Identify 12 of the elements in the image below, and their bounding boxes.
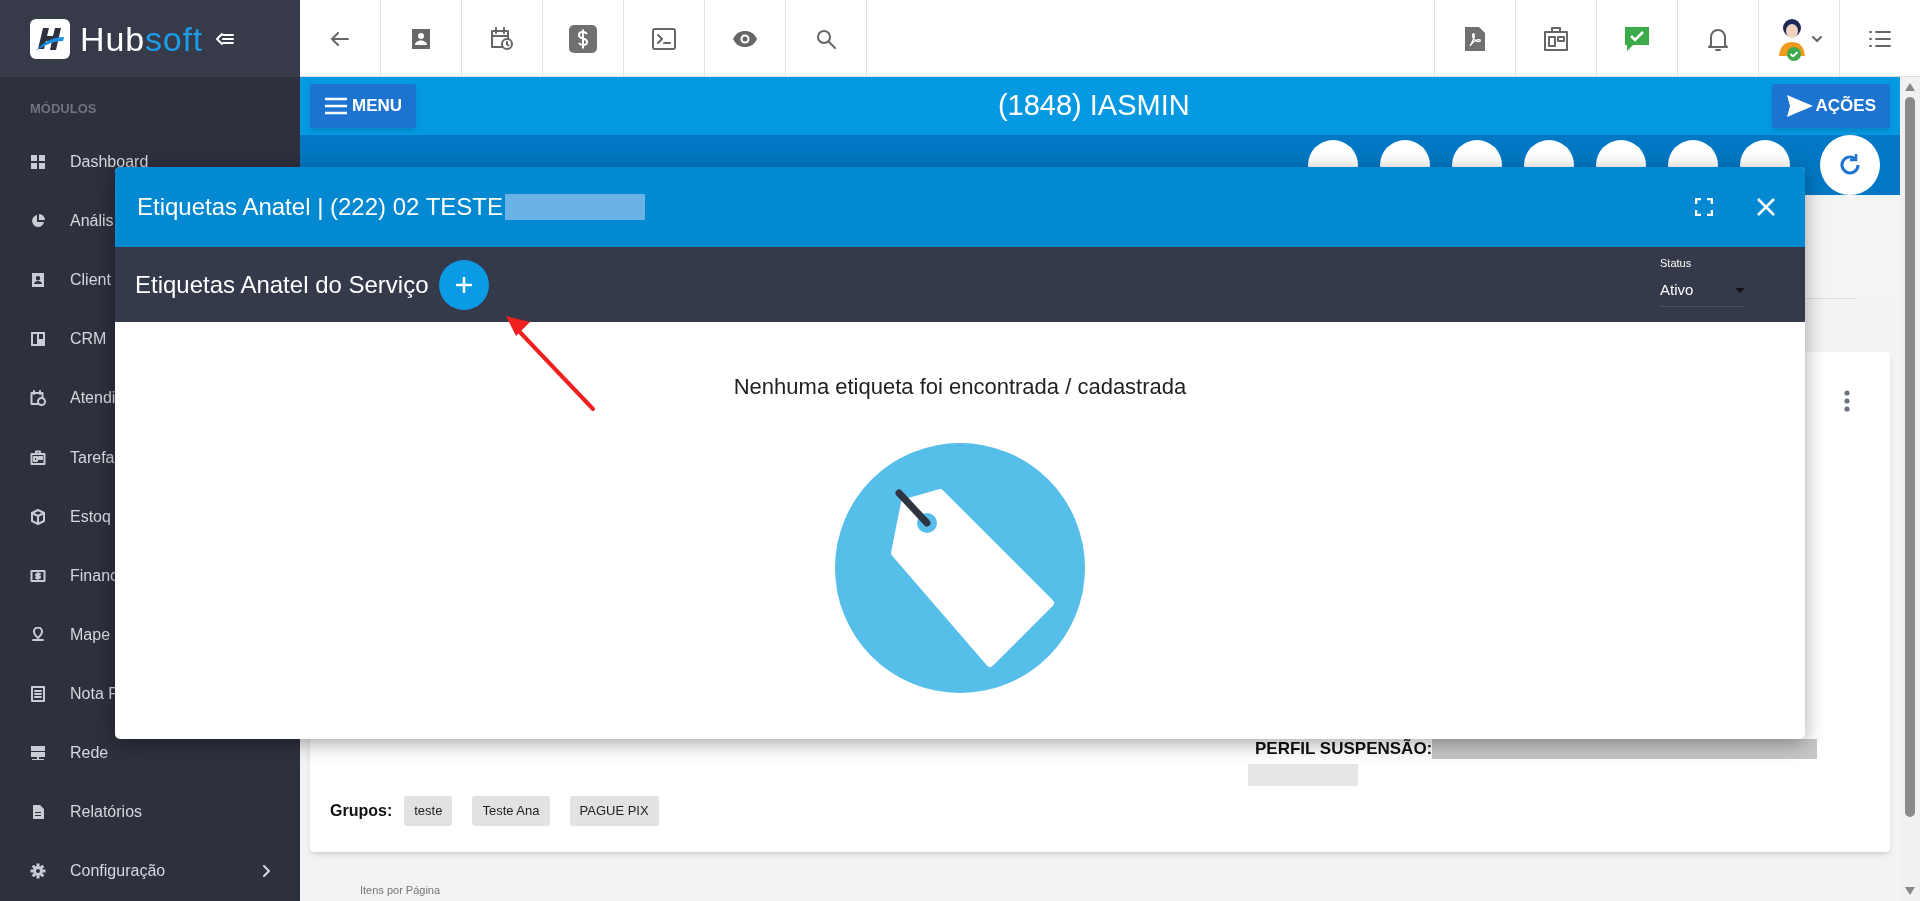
group-tag: PAGUE PIX: [569, 796, 659, 826]
group-tag: teste: [404, 796, 453, 826]
field-label: PERFIL SUSPENSÃO:: [1255, 738, 1433, 760]
section-heading: MÓDULOS: [29, 100, 98, 118]
client-title: (1848) IASMIN: [997, 88, 1190, 124]
items-per-page-label: Itens por Página: [360, 883, 442, 898]
logo-text: Hubsoft: [80, 21, 204, 56]
group-tag: Teste Ana: [472, 796, 550, 826]
section-title: Etiquetas Anatel do Serviço: [135, 269, 429, 300]
empty-message: Nenhuma etiqueta foi encontrada / cadastrada: [733, 373, 1187, 401]
groups-label: Grupos:: [330, 800, 393, 821]
modal-title: Etiquetas Anatel | (222) 02 TESTE: [137, 192, 503, 222]
